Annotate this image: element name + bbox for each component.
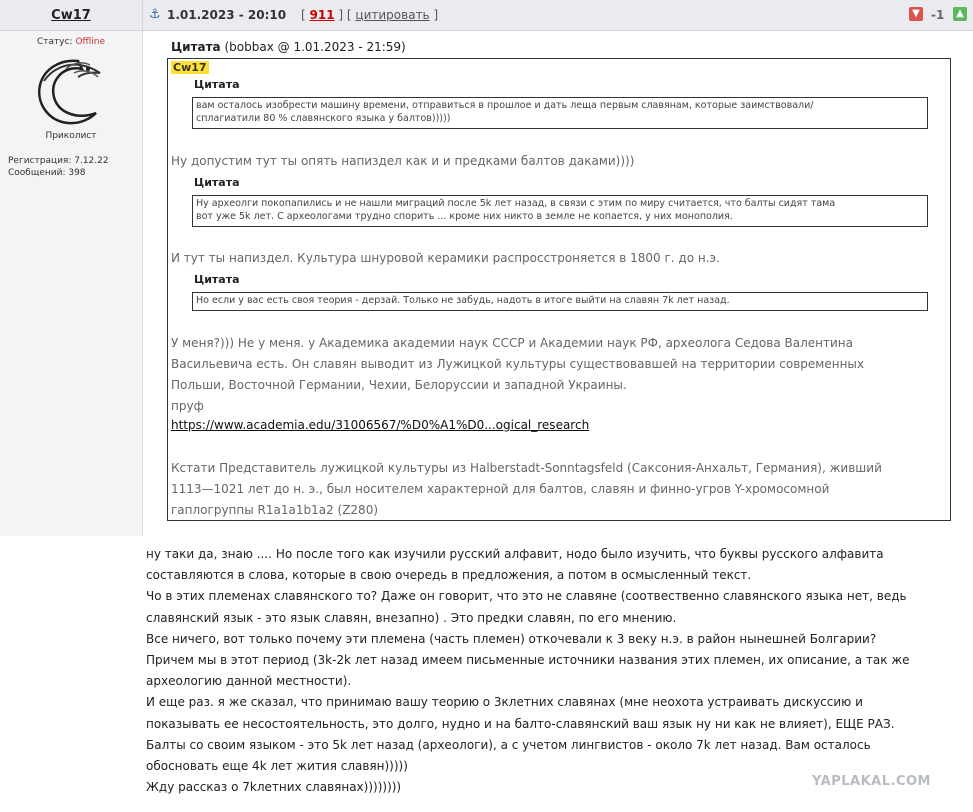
avatar[interactable] [30, 55, 112, 127]
body-line: показывать ее несостоятельность, это дол… [146, 716, 895, 731]
user-stats: Регистрация: 7.12.22 Сообщений: 398 [8, 155, 109, 179]
registration-date: Регистрация: 7.12.22 [8, 156, 109, 166]
username-link[interactable]: Cw17 [51, 8, 91, 23]
nested-quote-1-title: Цитата [194, 78, 240, 91]
reply-2: И тут ты напиздел. Культура шнуровой кер… [171, 251, 720, 265]
reply-3: У меня?))) Не у меня. у Академика академ… [171, 336, 864, 413]
post-datetime: 1.01.2023 - 20:10 [167, 8, 287, 22]
nested-quote-3-title: Цитата [194, 273, 240, 286]
user-rank: Приколист [45, 131, 97, 141]
nested-quote-2-title: Цитата [194, 176, 240, 189]
thumb-down-icon[interactable]: ▼ [909, 7, 923, 21]
quoted-author-tag: Cw17 [171, 61, 209, 74]
body-line: И еще раз. я же сказал, что принимаю ваш… [146, 695, 863, 710]
nested-quote-2: Ну археолги покопапились и не нашли мигр… [192, 195, 928, 227]
body-line: ну таки да, знаю .... Но после того как … [146, 547, 884, 561]
post-number-link[interactable]: 911 [310, 8, 335, 22]
message-count: Сообщений: 398 [8, 168, 86, 178]
post-score: -1 [931, 8, 945, 22]
user-status: Статус: Offline [37, 37, 105, 47]
nested-quote-1: вам осталось изобрести машину времени, о… [192, 97, 928, 129]
body-line: славянский язык - это язык славян, внеза… [146, 610, 677, 625]
post-header: ⚓ 1.01.2023 - 20:10 [ 911 ] [ цитировать… [143, 0, 973, 31]
body-line: Чо в этих племенах славянского то? Даже … [146, 589, 907, 604]
post-body: ну таки да, знаю .... Но после того как … [146, 544, 968, 798]
reply-1: Ну допустим тут ты опять напиздел как и … [171, 154, 635, 168]
body-line: составляются в слова, которые в свою оче… [146, 568, 752, 583]
site-watermark: YAPLAKAL.COM [812, 774, 931, 789]
thumb-up-icon[interactable]: ▲ [953, 7, 967, 21]
nested-quote-3: Но если у вас есть своя теория - дерзай.… [192, 292, 928, 311]
body-line: археологию данной местности). [146, 674, 352, 689]
quote-link[interactable]: цитировать [355, 8, 429, 22]
anchor-icon[interactable]: ⚓ [149, 7, 161, 22]
body-line: Все ничего, вот только почему эти племен… [146, 631, 877, 646]
post-links: [ 911 ] [ цитировать ] [301, 8, 439, 22]
user-sidebar: Статус: Offline Приколист Регистрация: 7… [0, 31, 143, 536]
outer-quote-title: Цитата (bobbax @ 1.01.2023 - 21:59) [171, 40, 406, 54]
status-value: Offline [75, 37, 105, 47]
reply-4: Кстати Представитель лужицкой культуры и… [171, 461, 882, 517]
body-line: Причем мы в этот период (3k-2k лет назад… [146, 653, 910, 668]
body-line: Балты со своим языком - это 5k лет назад… [146, 737, 871, 752]
username-header: Cw17 [0, 0, 143, 31]
academia-link[interactable]: https://www.academia.edu/31006567/%D0%A1… [171, 418, 589, 432]
